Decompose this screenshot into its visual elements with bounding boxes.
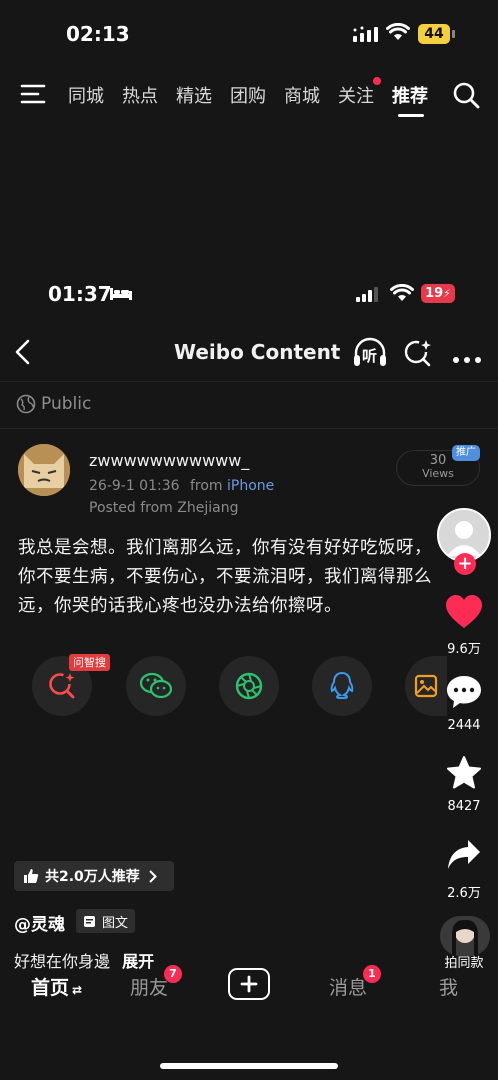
same-style-label[interactable]: 拍同款 [434,952,494,971]
share-arrow-icon[interactable] [446,838,482,876]
inner-battery-indicator: 19⚡ [421,284,455,303]
caption-text: 好想在你身邊 [14,952,111,971]
charging-bolt-icon: ⚡ [443,287,451,300]
post-from-label: from [189,478,223,494]
tab-mall[interactable]: 商城 [284,82,320,108]
status-time: 02:13 [66,22,130,46]
caption: 好想在你身邊 展开 [14,948,154,972]
like-count: 9.6万 [447,642,481,657]
thumbs-up-icon [23,868,39,884]
sleep-bed-icon [109,285,133,305]
inner-cellular-signal-icon [356,286,380,306]
inner-status-time: 01:37 [48,282,112,306]
listen-label: 听 [362,347,378,365]
post-date: 26-9-1 01:36 [89,478,180,494]
more-options-icon[interactable] [452,349,482,368]
favorite-count: 8427 [447,799,481,814]
tab-group-buy[interactable]: 团购 [230,82,266,108]
inner-wifi-icon [390,283,414,306]
battery-indicator: 44 [418,24,450,44]
tab-same-city[interactable]: 同城 [68,82,104,108]
share-ai-badge: 问智搜 [69,654,110,671]
bottom-tab-home[interactable]: 首页 ⇄ [31,973,82,1000]
globe-icon [16,394,36,418]
bottom-tab-me[interactable]: 我 [439,973,458,1000]
post-location: Posted from Zhejiang [89,500,239,516]
share-moments-button[interactable] [219,656,279,716]
recommend-chip[interactable]: 共2.0万人推荐 [14,861,174,891]
following-dot-badge [373,77,381,85]
recommend-label: 共2.0万人推荐 [45,869,140,885]
promo-badge: 推广 [452,445,480,461]
plus-icon [240,975,258,993]
menu-icon[interactable] [20,84,46,108]
page-title: Weibo Content [174,340,341,364]
friends-badge: 7 [164,965,182,983]
back-icon[interactable] [12,338,32,370]
tab-following[interactable]: 关注 [338,82,374,108]
tab-featured[interactable]: 精选 [176,82,212,108]
caption-expand-link[interactable]: 展开 [122,952,154,971]
create-post-button[interactable] [228,968,270,1000]
comment-icon[interactable] [445,674,483,714]
post-type-tag: 图文 [76,909,136,933]
bottom-tab-friends[interactable]: 朋友 [130,973,168,1000]
visibility-label: Public [41,394,92,414]
listen-button[interactable]: 听 [352,337,388,369]
tab-recommended[interactable]: 推荐 [392,82,428,108]
home-indicator [160,1063,338,1069]
ai-search-icon[interactable] [403,338,433,372]
swap-arrows-icon: ⇄ [72,983,83,997]
share-wechat-button[interactable] [126,656,186,716]
cellular-signal-icon [353,26,379,46]
share-count: 2.6万 [447,886,481,901]
wifi-icon [386,22,410,45]
share-qq-button[interactable] [312,656,372,716]
views-label: Views [422,467,454,480]
visibility-divider [0,428,498,429]
avatar[interactable] [18,444,70,496]
comment-count: 2444 [447,718,481,733]
home-label: 首页 [31,977,70,999]
post-body: 我总是会想。我们离那么远，你有没有好好吃饭呀，你不要生病，不要伤心，不要流泪呀，… [18,538,432,616]
image-text-icon [83,915,96,928]
post-type-label: 图文 [102,915,129,931]
search-icon[interactable] [452,81,480,113]
active-tab-underline [398,114,424,117]
favorite-star-icon[interactable] [445,755,483,795]
battery-cap-icon [452,30,455,38]
bottom-tab-messages[interactable]: 消息 [329,973,367,1000]
chevron-right-icon [149,869,157,883]
like-heart-icon[interactable] [444,594,484,634]
share-image-button[interactable] [405,656,447,716]
post-username[interactable]: zwwwwwwwwwww_ [89,451,249,470]
tab-hot[interactable]: 热点 [122,82,158,108]
same-style-avatar[interactable] [440,916,490,956]
post-meta: 26-9-1 01:36 from iPhone [89,478,274,494]
messages-badge: 1 [363,965,381,983]
header-divider [0,381,498,382]
post-device[interactable]: iPhone [227,478,274,494]
inner-battery-level: 19 [425,286,444,301]
author-handle[interactable]: @灵魂 [14,910,65,935]
follow-plus-icon[interactable]: + [454,553,476,575]
